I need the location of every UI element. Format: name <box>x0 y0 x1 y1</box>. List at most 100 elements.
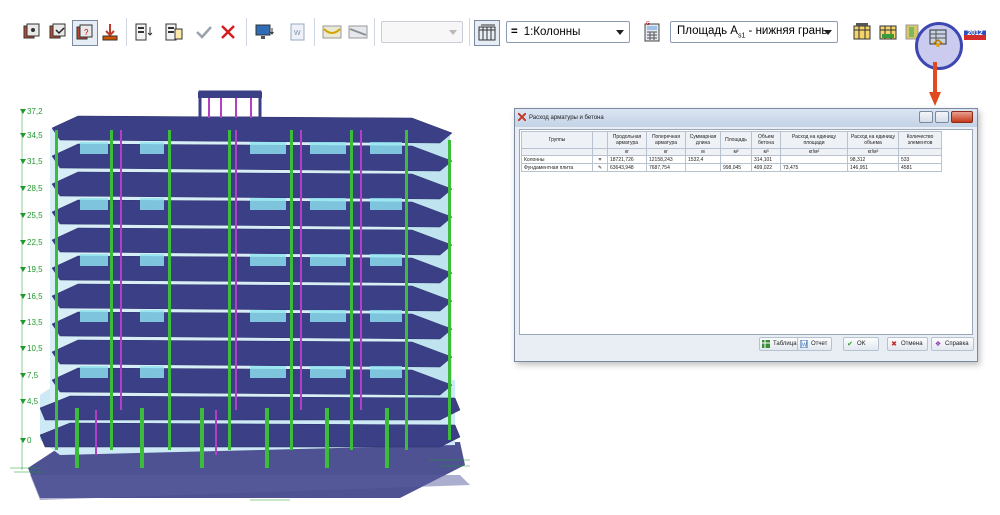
load-case-marker: = <box>511 26 518 38</box>
column-header[interactable] <box>592 131 608 149</box>
load-marker-icon[interactable] <box>98 20 122 44</box>
level-marker: 34,5 <box>20 131 43 140</box>
dialog-titlebar[interactable]: Расход арматуры и бетона <box>515 109 977 127</box>
column-header[interactable]: Суммарная длина <box>685 131 721 149</box>
unit-cell: м² <box>720 148 752 156</box>
level-marker: 31,5 <box>20 157 43 166</box>
column-header[interactable]: Расход на единицу площади <box>780 131 848 149</box>
diagram-yellow-icon[interactable] <box>320 20 344 44</box>
building-3d-model[interactable]: 37,2 34,5 31,5 28,5 25,5 22,5 19,5 16,5 … <box>0 90 490 510</box>
calculator-icon[interactable]: G <box>640 20 664 44</box>
level-marker: 4,5 <box>20 397 38 406</box>
frame-grid-icon[interactable] <box>474 20 500 46</box>
table-cell: 146,951 <box>847 163 899 172</box>
frame-reinforcement-icon[interactable] <box>850 20 874 44</box>
consumption-table-area: Группы Продольная арматура Поперечная ар… <box>519 129 973 335</box>
column-header[interactable]: Группы <box>521 131 593 149</box>
load-case-select[interactable]: = 1:Колонны <box>506 21 630 43</box>
cancel-button-label: Отмена <box>901 341 923 347</box>
column-header[interactable]: Поперечная арматура <box>646 131 686 149</box>
table-button-label: Таблица <box>773 341 797 347</box>
table-cell: 314,101 <box>751 155 781 164</box>
group-type-icon: = <box>592 155 608 164</box>
check-icon: ✔ <box>847 341 853 348</box>
column-header[interactable]: Площадь <box>720 131 752 149</box>
close-button[interactable] <box>951 111 973 123</box>
level-marker: 37,2 <box>20 107 43 116</box>
table-cell: 998,045 <box>720 163 752 172</box>
help-button-label: Справка <box>945 341 969 347</box>
maximize-button[interactable] <box>935 111 949 123</box>
ok-button[interactable]: ✔ OK <box>843 337 879 351</box>
unit-cell: кг <box>607 148 647 156</box>
column-header[interactable]: Расход на единицу объема <box>847 131 899 149</box>
ok-button-label: OK <box>857 341 866 347</box>
reinforcement-section-icon[interactable] <box>20 20 44 44</box>
table-cell: 98,312 <box>847 155 899 164</box>
unit-cell: м <box>685 148 721 156</box>
help-button[interactable]: ❖ Справка <box>931 337 974 351</box>
minimize-button[interactable] <box>919 111 933 123</box>
result-type-value: Площадь As1 - нижняя грань <box>677 24 828 40</box>
table-cell: 7687,754 <box>646 163 686 172</box>
group-name-cell: Фундаментная плита <box>521 163 593 172</box>
pointer-arrow-icon <box>929 62 941 106</box>
document-list-icon[interactable] <box>162 20 186 44</box>
main-toolbar: ? W = 1:Колонны G Площадь As1 - нижняя г… <box>0 14 1000 70</box>
report-button-label: Отчет <box>811 341 828 347</box>
level-marker: 7,5 <box>20 371 38 380</box>
frame-reinforcement-alt-icon[interactable] <box>876 20 900 44</box>
table-cell: 12158,243 <box>646 155 686 164</box>
unit-cell: кг/м³ <box>847 148 899 156</box>
table-row[interactable]: Фундаментная плита ✎ 63643,948 7687,754 … <box>521 163 942 172</box>
level-marker: 10,5 <box>20 344 43 353</box>
consumption-table: Группы Продольная арматура Поперечная ар… <box>521 131 942 172</box>
word-document-icon[interactable]: W <box>286 20 310 44</box>
monitor-icon[interactable] <box>253 20 277 44</box>
table-cell: 4581 <box>898 163 942 172</box>
help-icon: ❖ <box>934 341 942 348</box>
toolbar-separator <box>374 18 375 46</box>
group-name-cell: Колонны <box>521 155 593 164</box>
table-cell: 533 <box>898 155 942 164</box>
unit-cell <box>592 148 608 156</box>
dialog-title: Расход арматуры и бетона <box>529 115 604 121</box>
toolbar-separator <box>469 18 470 46</box>
cancel-x-icon[interactable] <box>216 20 240 44</box>
chevron-down-icon <box>824 30 832 35</box>
result-type-select[interactable]: Площадь As1 - нижняя грань <box>670 21 838 43</box>
table-icon <box>762 340 770 348</box>
table-units-row: кг кг м м² м³ кг/м² кг/м³ <box>521 148 942 156</box>
table-header-row: Группы Продольная арматура Поперечная ар… <box>521 131 942 149</box>
building-drawing <box>10 90 470 501</box>
column-header[interactable]: Объем бетона <box>751 131 781 149</box>
apply-check-icon[interactable] <box>192 20 216 44</box>
svg-text:G: G <box>646 21 650 27</box>
cancel-button[interactable]: ✖ Отмена <box>887 337 928 351</box>
material-consumption-icon[interactable] <box>926 26 950 50</box>
column-header[interactable]: Количество элементов <box>898 131 942 149</box>
unit-cell: кг <box>646 148 686 156</box>
table-row[interactable]: Колонны = 18721,726 12158,243 1532,4 314… <box>521 155 942 164</box>
load-case-value: 1:Колонны <box>523 26 581 38</box>
reinforcement-check-icon[interactable] <box>46 20 70 44</box>
app-logo-icon <box>518 113 526 121</box>
disabled-combo <box>381 21 463 43</box>
table-button[interactable]: Таблица <box>759 337 802 351</box>
report-button[interactable]: W Отчет <box>797 337 833 351</box>
svg-text:W: W <box>802 343 807 349</box>
table-cell <box>685 163 721 172</box>
column-header[interactable]: Продольная арматура <box>607 131 647 149</box>
level-marker: 0 <box>20 436 31 445</box>
level-marker: 13,5 <box>20 318 43 327</box>
group-type-icon: ✎ <box>592 163 608 172</box>
table-cell: 73,475 <box>780 163 848 172</box>
diagram-grey-icon[interactable] <box>346 20 370 44</box>
material-consumption-dialog: Расход арматуры и бетона Группы Продольн… <box>514 108 978 362</box>
table-cell: 499,022 <box>751 163 781 172</box>
export-down-icon[interactable] <box>132 20 156 44</box>
table-cell <box>780 155 848 164</box>
version-year: 2012 <box>967 29 983 37</box>
reinforcement-query-icon[interactable]: ? <box>72 20 98 46</box>
level-marker: 25,5 <box>20 211 43 220</box>
